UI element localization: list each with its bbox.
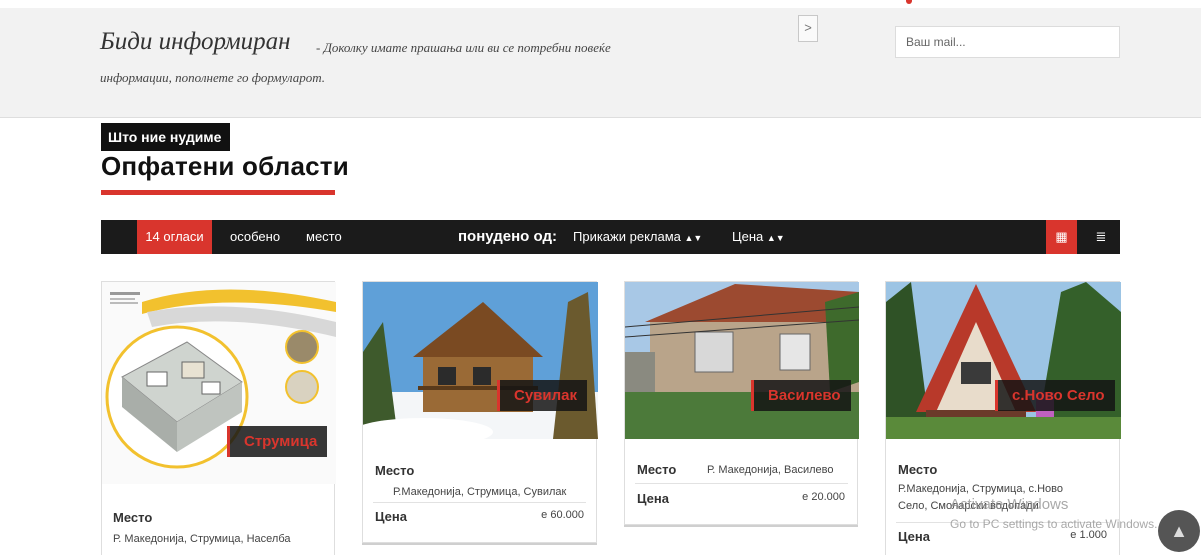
- price-value: е 60.000: [541, 509, 584, 521]
- grid-view-icon[interactable]: ▦: [1046, 220, 1077, 254]
- show-ads-sort[interactable]: Прикажи реклама ▲▼: [573, 220, 702, 254]
- listing-card[interactable]: Василево Место Р. Македонија, Василево Ц…: [624, 281, 859, 525]
- email-field[interactable]: [895, 26, 1120, 58]
- scroll-top-button[interactable]: ▲: [1158, 510, 1200, 552]
- price-sort[interactable]: Цена ▲▼: [732, 220, 785, 254]
- next-arrow-button[interactable]: >: [798, 15, 818, 42]
- listing-card[interactable]: с.Ново Село Место Р.Македонија, Струмица…: [885, 281, 1121, 555]
- title-underline: [101, 190, 335, 195]
- newsletter-band: Биди информиран - Доколку имате прашања …: [0, 8, 1201, 118]
- activate-windows-hint: Go to PC settings to activate Windows.: [950, 517, 1158, 531]
- listing-photo: [363, 282, 598, 439]
- offered-by-label: понудено од:: [458, 228, 557, 245]
- sort-arrows-icon: ▲▼: [766, 233, 785, 243]
- newsletter-subtitle-line1: - Доколку имате прашања или ви се потреб…: [316, 40, 611, 55]
- city-label: Сувилак: [497, 380, 587, 411]
- list-view-icon[interactable]: ≣: [1086, 220, 1116, 254]
- place-value: Р.Македонија, Струмица, Сувилак: [393, 486, 567, 498]
- newsletter-title: Биди информиран: [100, 28, 291, 55]
- listing-card[interactable]: Сувилак Место Р.Македонија, Струмица, Су…: [362, 281, 598, 543]
- ads-count-tab[interactable]: 14 огласи: [137, 220, 212, 254]
- place-filter[interactable]: место: [306, 220, 342, 254]
- show-ads-label: Прикажи реклама: [573, 229, 681, 244]
- city-label: Василево: [751, 380, 851, 411]
- place-value: Р. Македонија, Струмица, Населба: [113, 533, 291, 545]
- place-label: Место: [898, 462, 938, 477]
- price-sort-label: Цена: [732, 229, 764, 244]
- activate-windows-watermark: Activate Windows: [950, 496, 1069, 513]
- listing-photo: [886, 282, 1121, 439]
- section-title: Опфатени области: [101, 151, 349, 181]
- place-label: Место: [113, 510, 153, 525]
- place-label: Место: [375, 463, 415, 478]
- card-divider: [373, 502, 586, 503]
- price-value: е 20.000: [802, 491, 845, 503]
- place-label: Место: [637, 462, 677, 477]
- listing-card[interactable]: Струмица Место Р. Македонија, Струмица, …: [101, 281, 336, 555]
- card-divider: [635, 483, 848, 484]
- special-filter[interactable]: особено: [230, 220, 280, 254]
- price-label: Цена: [375, 509, 407, 524]
- sort-arrows-icon: ▲▼: [684, 233, 703, 243]
- filter-bar: 14 огласи особено место понудено од: При…: [101, 220, 1120, 254]
- newsletter-subtitle-line2: информации, пополнете го формуларот.: [100, 70, 326, 85]
- listing-photo: [625, 282, 859, 439]
- price-label: Цена: [637, 491, 669, 506]
- city-label: с.Ново Село: [995, 380, 1115, 411]
- red-marker: [906, 0, 912, 4]
- section-tag: Што ние нудиме: [101, 123, 231, 151]
- city-label: Струмица: [227, 426, 328, 457]
- price-label: Цена: [898, 529, 930, 544]
- place-value: Р. Македонија, Василево: [707, 464, 834, 476]
